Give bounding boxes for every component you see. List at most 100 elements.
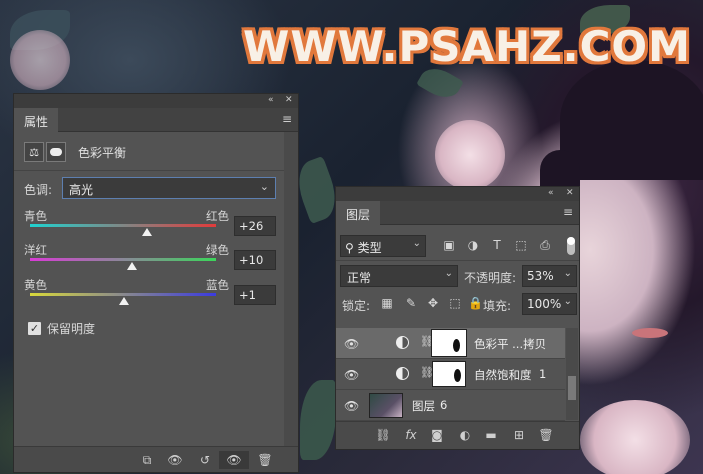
lips [632, 328, 668, 338]
tone-label: 色调: [24, 183, 53, 197]
layer-row-layer-6[interactable]: 👁 图层 6 [336, 390, 565, 421]
slider-right-label: 蓝色 [206, 278, 229, 292]
rose [580, 400, 690, 474]
fill-input[interactable]: 100% ⌄ [522, 293, 577, 315]
rose [435, 120, 505, 190]
layers-panel: « ✕ 图层 ≡ ⚲ 类型 ⌄ ▣ ◑ T ⬚ ⎙ 正常 ⌄ 不透明度: 53%… [335, 186, 580, 450]
adjustment-filter-icon[interactable]: ◑ [466, 238, 480, 252]
kind-filter-select[interactable]: ⚲ 类型 ⌄ [340, 235, 426, 257]
slider-left-label: 黄色 [24, 278, 47, 292]
layer-name: 自然饱和度 [474, 368, 532, 382]
adjustment-layer-icon [396, 336, 409, 349]
eye-icon[interactable]: 👁 [344, 337, 359, 351]
chevron-down-icon: ⌄ [412, 238, 421, 249]
slider-right-label: 绿色 [206, 243, 229, 257]
panel-topbar: « ✕ [14, 94, 298, 108]
lock-transparent-icon[interactable]: ▦ [380, 296, 394, 310]
collapse-icon[interactable]: « [268, 95, 274, 105]
slider-track[interactable] [30, 258, 216, 261]
balance-icon[interactable]: ⚖ [24, 142, 44, 162]
preserve-luminosity-row[interactable]: ✓ 保留明度 [28, 320, 95, 337]
eye-icon[interactable]: 👁 [344, 399, 359, 413]
layers-tabbar: 图层 ≡ [336, 201, 579, 225]
divider [336, 260, 579, 261]
layer-row-vibrance[interactable]: 👁 ⛓ 自然饱和度 1 [336, 359, 565, 390]
mask-icon[interactable] [46, 142, 66, 162]
chevron-down-icon: ⌄ [563, 296, 572, 307]
pixel-filter-icon[interactable]: ▣ [442, 238, 456, 252]
layer-mask-thumbnail[interactable] [431, 329, 467, 357]
shape-filter-icon[interactable]: ⬚ [514, 238, 528, 252]
fx-icon[interactable]: fx [402, 428, 420, 442]
slider-left-label: 洋红 [24, 243, 47, 257]
opacity-value: 53% [527, 269, 554, 283]
reset-icon[interactable]: ↺ [194, 451, 216, 469]
add-mask-icon[interactable]: ◙ [428, 428, 446, 442]
chevron-down-icon: ⌄ [444, 268, 453, 279]
layer-thumbnail[interactable] [369, 393, 403, 418]
lock-move-icon[interactable]: ✥ [426, 296, 440, 310]
slider-track[interactable] [30, 293, 216, 296]
delete-layer-icon[interactable]: 🗑 [537, 428, 555, 442]
watermark: WWW.PSAHZ.COM [243, 22, 691, 71]
tone-value: 高光 [69, 183, 94, 197]
layer-row-color-balance-copy[interactable]: 👁 ⛓ 色彩平 ...拷贝 [336, 328, 565, 359]
rose [10, 30, 70, 90]
fill-value: 100% [527, 297, 562, 311]
blend-mode-value: 正常 [347, 271, 372, 285]
preserve-luminosity-label: 保留明度 [47, 322, 96, 336]
tone-select[interactable]: 高光 ⌄ [62, 177, 276, 199]
kind-filter-value: 类型 [357, 241, 382, 255]
blend-row: 正常 ⌄ 不透明度: 53% ⌄ [340, 265, 577, 289]
adjustment-layer-icon [396, 367, 409, 380]
slider-track[interactable] [30, 224, 216, 227]
panel-menu-icon[interactable]: ≡ [282, 112, 292, 126]
slider-yellow-blue: 黄色 蓝色 +1 [24, 277, 284, 317]
slider-value-input[interactable]: +10 [234, 250, 276, 270]
visibility-toggle-icon[interactable]: 👁 [219, 451, 249, 469]
eye-icon[interactable]: 👁 [344, 368, 359, 382]
new-layer-icon[interactable]: ⊞ [510, 428, 528, 442]
properties-scrollbar[interactable] [284, 132, 298, 446]
link-layers-icon[interactable]: ⛓ [374, 428, 392, 442]
layers-scrollbar[interactable] [566, 328, 578, 420]
panel-menu-icon[interactable]: ≡ [563, 205, 573, 219]
lock-paint-icon[interactable]: ✎ [404, 296, 418, 310]
close-icon[interactable]: ✕ [566, 188, 574, 198]
slider-thumb[interactable] [127, 262, 138, 270]
slider-value-input[interactable]: +26 [234, 216, 276, 236]
slider-thumb[interactable] [118, 297, 129, 305]
scrollbar-thumb[interactable] [568, 376, 576, 400]
adjustment-header: ⚖ 色彩平衡 [24, 141, 126, 163]
blend-mode-select[interactable]: 正常 ⌄ [340, 265, 458, 287]
layer-name: 图层 [412, 399, 435, 413]
layer-mask-thumbnail[interactable] [432, 361, 466, 387]
close-icon[interactable]: ✕ [285, 95, 293, 105]
new-group-icon[interactable]: ▬ [482, 428, 500, 442]
slider-right-label: 红色 [206, 209, 229, 223]
filter-toggle[interactable] [567, 237, 575, 255]
opacity-input[interactable]: 53% ⌄ [522, 265, 577, 287]
chevron-down-icon: ⌄ [259, 180, 269, 193]
lock-label: 锁定: [342, 299, 371, 313]
tab-properties[interactable]: 属性 [14, 108, 59, 132]
layer-name: 色彩平 ...拷贝 [474, 337, 547, 351]
layer-name-suffix: 6 [440, 398, 448, 412]
lock-artboard-icon[interactable]: ⬚ [448, 296, 462, 310]
clip-to-layer-icon[interactable]: ⧉ [136, 451, 158, 469]
slider-thumb[interactable] [142, 228, 153, 236]
view-previous-icon[interactable]: 👁 [164, 451, 186, 469]
lock-all-icon[interactable]: 🔒 [468, 296, 483, 310]
tab-layers[interactable]: 图层 [336, 201, 381, 225]
slider-magenta-green: 洋红 绿色 +10 [24, 242, 284, 282]
new-adjustment-icon[interactable]: ◐ [456, 428, 474, 442]
adjustment-title: 色彩平衡 [78, 145, 127, 160]
type-filter-icon[interactable]: T [490, 238, 504, 252]
layers-footer: ⛓ fx ◙ ◐ ▬ ⊞ 🗑 [336, 421, 579, 449]
preserve-luminosity-checkbox[interactable]: ✓ [28, 322, 41, 335]
properties-panel: « ✕ 属性 ≡ ⚖ 色彩平衡 色调: 高光 ⌄ 青色 红色 +26 洋红 绿色… [13, 93, 299, 473]
collapse-icon[interactable]: « [548, 188, 554, 198]
smart-object-filter-icon[interactable]: ⎙ [538, 238, 552, 252]
delete-adjustment-icon[interactable]: 🗑 [254, 451, 276, 469]
slider-value-input[interactable]: +1 [234, 285, 276, 305]
